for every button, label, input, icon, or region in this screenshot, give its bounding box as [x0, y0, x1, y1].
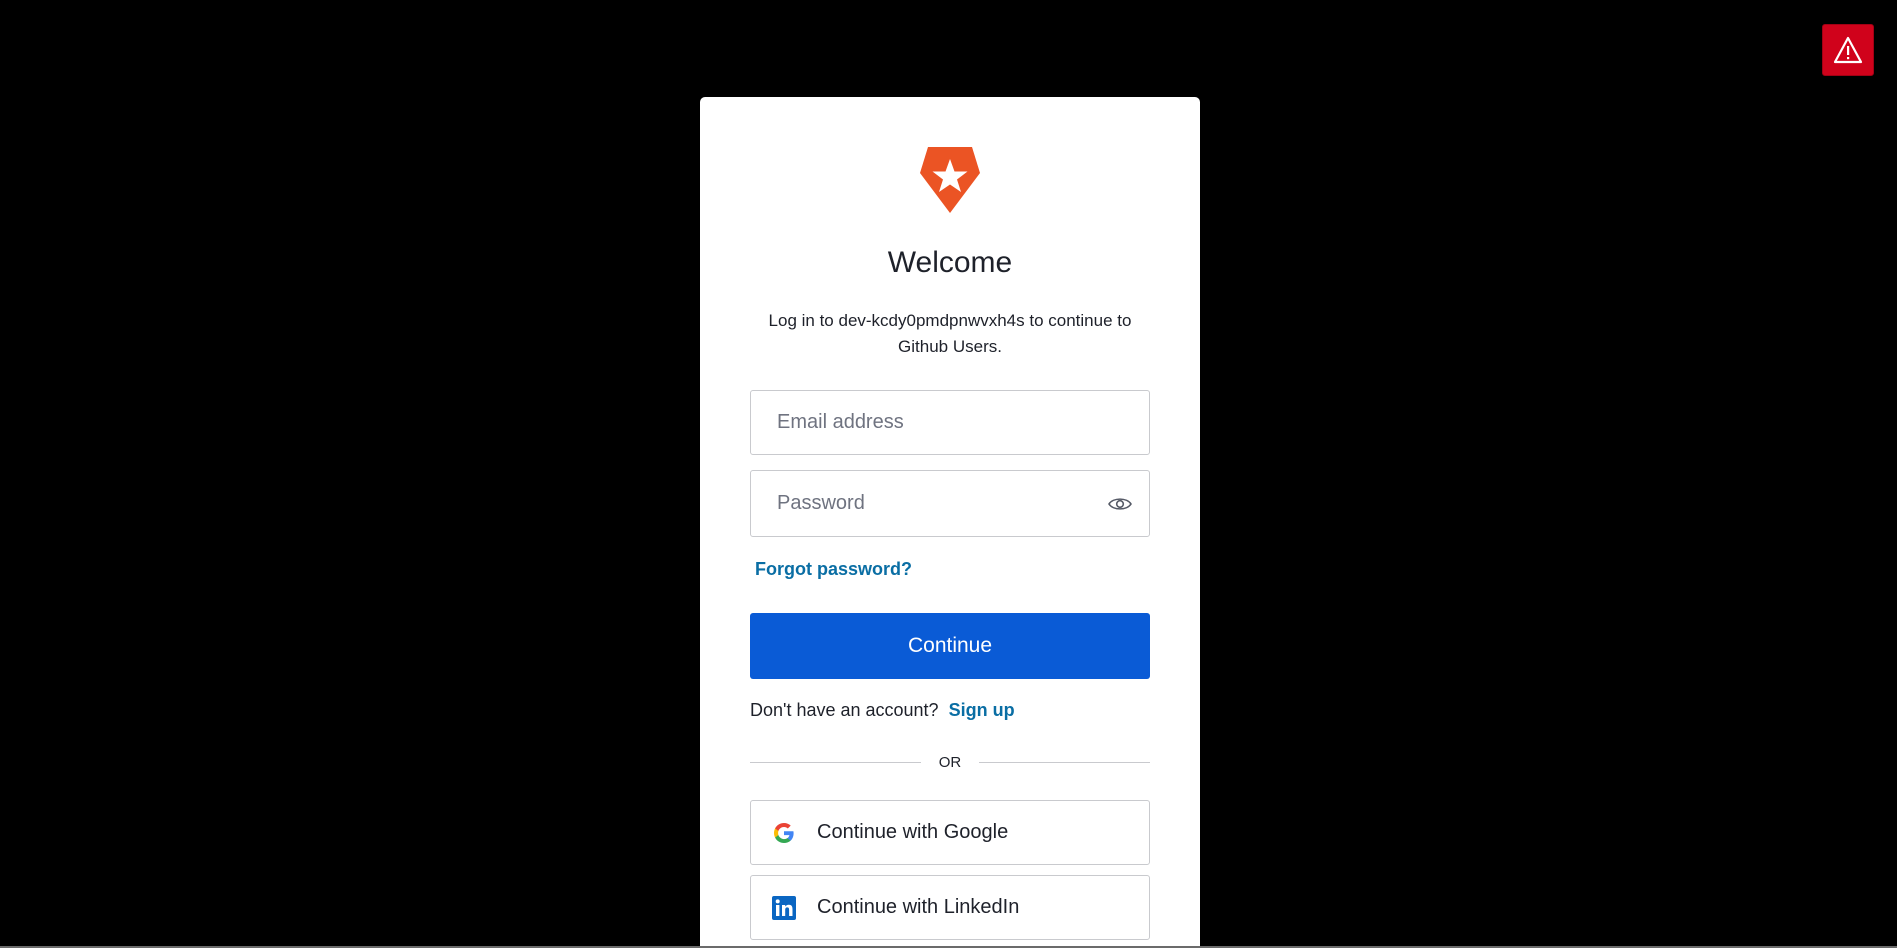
- password-input[interactable]: [751, 471, 1149, 536]
- divider-line-left: [750, 761, 921, 763]
- signup-row: Don't have an account? Sign up: [750, 700, 1015, 721]
- linkedin-icon: [771, 895, 797, 921]
- google-button-label: Continue with Google: [817, 821, 1009, 843]
- signup-prompt: Don't have an account?: [750, 700, 939, 720]
- continue-with-google-button[interactable]: Continue with Google: [750, 800, 1150, 865]
- login-subtitle: Log in to dev-kcdy0pmdpnwvxh4s to contin…: [768, 311, 1132, 356]
- warning-alert-button[interactable]: [1822, 24, 1874, 76]
- signup-link[interactable]: Sign up: [949, 700, 1015, 721]
- google-icon: [771, 820, 797, 846]
- continue-with-linkedin-button[interactable]: Continue with LinkedIn: [750, 875, 1150, 940]
- email-field-container: [750, 390, 1150, 455]
- password-field-container: [750, 470, 1150, 537]
- page-root: Welcome Log in to dev-kcdy0pmdpnwvxh4s t…: [0, 0, 1897, 948]
- divider-line-right: [979, 761, 1150, 763]
- auth0-logo: [920, 147, 980, 213]
- show-password-button[interactable]: [1105, 489, 1135, 519]
- continue-button[interactable]: Continue: [750, 613, 1150, 679]
- warning-triangle-icon: [1833, 36, 1863, 64]
- divider-text: OR: [938, 753, 962, 771]
- eye-icon: [1108, 497, 1132, 510]
- or-divider: OR: [750, 752, 1150, 772]
- page-title: Welcome: [887, 246, 1013, 279]
- forgot-password-link[interactable]: Forgot password?: [755, 559, 912, 580]
- linkedin-button-label: Continue with LinkedIn: [817, 896, 1020, 918]
- email-input[interactable]: [751, 391, 1149, 454]
